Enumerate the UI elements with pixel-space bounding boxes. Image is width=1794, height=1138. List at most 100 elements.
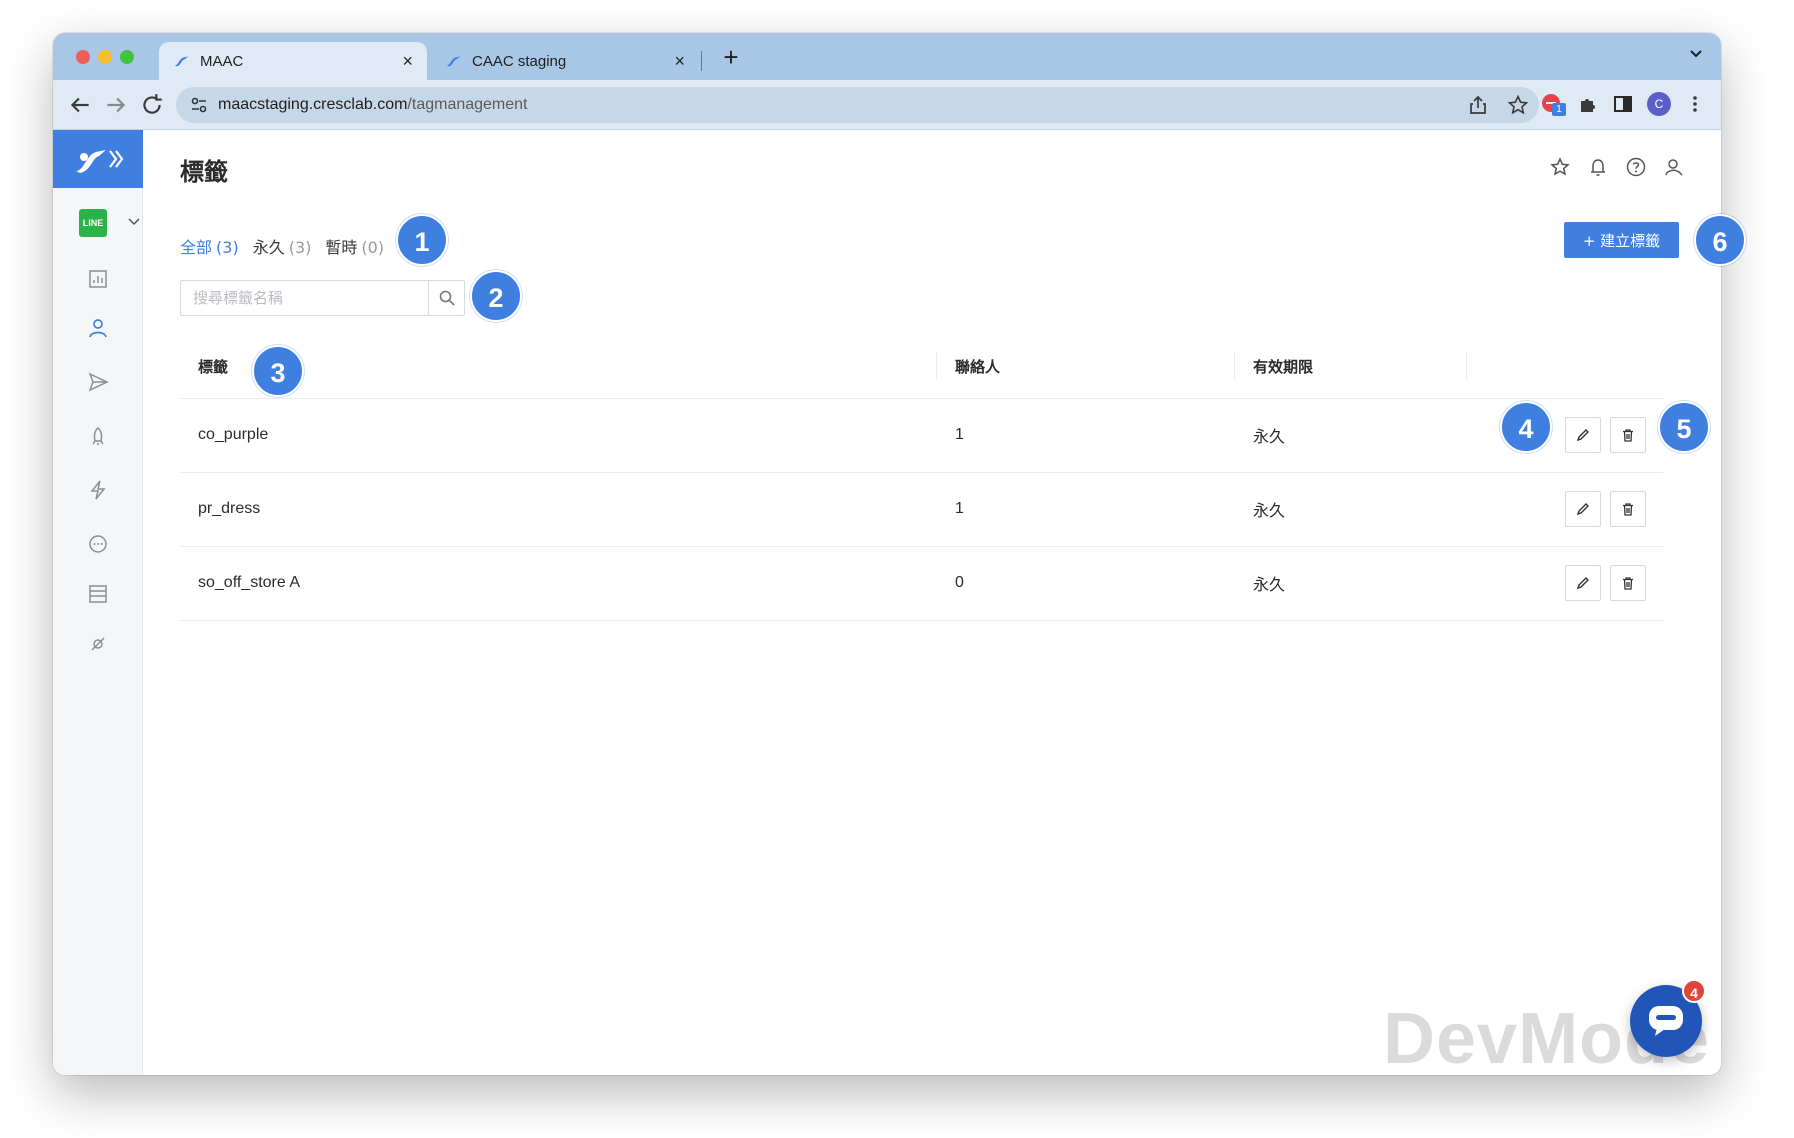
site-settings-icon[interactable]	[190, 96, 208, 114]
column-header-contacts[interactable]: 聯絡人	[937, 336, 1235, 399]
callout-5: 5	[1658, 401, 1710, 453]
bookmark-star-icon[interactable]	[1507, 94, 1529, 116]
cell-expiry: 永久	[1235, 546, 1467, 621]
callout-1: 1	[396, 214, 448, 266]
page-title: 標籤	[180, 158, 228, 186]
url-text: maacstaging.cresclab.com/tagmanagement	[218, 96, 528, 114]
bell-icon[interactable]	[1587, 156, 1609, 178]
callout-4: 4	[1500, 401, 1552, 453]
maximize-window-button[interactable]	[120, 50, 134, 64]
tab-title: CAAC staging	[472, 52, 567, 70]
cell-contacts: 1	[937, 472, 1235, 547]
cell-contacts: 0	[937, 546, 1235, 621]
tab-search-chevron-icon[interactable]	[1689, 47, 1703, 61]
extension-badge: 1	[1552, 103, 1566, 116]
table-row: co_purple 1 永久	[180, 398, 1663, 473]
contacts-icon[interactable]	[87, 317, 109, 339]
side-panel-icon[interactable]	[1612, 93, 1634, 115]
cell-expiry: 永久	[1235, 472, 1467, 547]
profile-avatar[interactable]: C	[1647, 92, 1671, 116]
column-header-label: 聯絡人	[955, 358, 1001, 377]
star-icon[interactable]	[1549, 156, 1571, 178]
tab-close-icon[interactable]: ×	[402, 51, 413, 72]
browser-window: MAAC × CAAC staging × + maacstaging.cres…	[53, 33, 1721, 1075]
column-header-actions	[1467, 336, 1663, 399]
search-icon	[439, 290, 455, 306]
filter-permanent[interactable]: 永久 (3)	[253, 234, 312, 258]
column-header-expiry[interactable]: 有效期限	[1235, 336, 1467, 399]
delete-button[interactable]	[1610, 417, 1646, 453]
new-tab-button[interactable]: +	[716, 42, 746, 72]
cell-tag: pr_dress	[180, 472, 937, 547]
filter-count: (3)	[216, 238, 239, 257]
integration-icon[interactable]	[87, 633, 109, 655]
back-arrow-icon[interactable]	[67, 92, 93, 118]
app-area: LINE 標籤 全部 (3) 永久 (3) 暫時 (0) + 建立標籤 搜尋標籤…	[53, 130, 1721, 1075]
tag-search	[180, 280, 465, 316]
pencil-icon	[1576, 429, 1589, 442]
address-bar[interactable]: maacstaging.cresclab.com/tagmanagement	[176, 87, 1539, 123]
edit-button[interactable]	[1565, 417, 1601, 453]
account-icon[interactable]	[1663, 156, 1685, 178]
trash-icon	[1623, 503, 1633, 516]
create-tag-button[interactable]: + 建立標籤	[1564, 222, 1679, 258]
filter-count: (0)	[361, 238, 385, 257]
url-path: /tagmanagement	[407, 96, 528, 113]
cell-tag: so_off_store A	[180, 546, 937, 621]
store-icon[interactable]	[87, 583, 109, 605]
minimize-window-button[interactable]	[98, 50, 112, 64]
cell-tag: co_purple	[180, 398, 937, 473]
tab-caac-staging[interactable]: CAAC staging ×	[431, 42, 699, 80]
extensions-area: 1 C	[1540, 92, 1706, 116]
auto-reply-icon[interactable]	[87, 425, 109, 447]
pencil-icon	[1576, 577, 1589, 590]
line-channel-badge[interactable]: LINE	[79, 209, 107, 237]
sidebar: LINE	[53, 130, 143, 1075]
automation-icon[interactable]	[87, 479, 109, 501]
chevron-down-icon[interactable]	[127, 214, 141, 228]
help-icon[interactable]	[1625, 156, 1647, 178]
trash-icon	[1623, 577, 1633, 590]
menu-dots-icon[interactable]	[1684, 93, 1706, 115]
tag-filter-tabs: 全部 (3) 永久 (3) 暫時 (0)	[180, 234, 384, 258]
forward-arrow-icon[interactable]	[103, 92, 129, 118]
cell-contacts: 1	[937, 398, 1235, 473]
column-header-label: 標籤	[198, 358, 229, 377]
maac-logo-icon	[76, 150, 124, 173]
tab-maac[interactable]: MAAC ×	[159, 42, 427, 80]
pencil-icon	[1576, 503, 1589, 516]
chat-icon[interactable]	[87, 533, 109, 555]
app-logo[interactable]	[53, 130, 143, 188]
search-input[interactable]	[181, 281, 428, 315]
main-content: 標籤 全部 (3) 永久 (3) 暫時 (0) + 建立標籤 搜尋標籤名稱 標籤…	[143, 130, 1721, 1075]
filter-label: 全部	[180, 238, 213, 257]
browser-toolbar: maacstaging.cresclab.com/tagmanagement 1…	[53, 80, 1721, 130]
url-host: maacstaging.cresclab.com	[218, 96, 408, 113]
callout-2: 2	[470, 270, 522, 322]
edit-button[interactable]	[1565, 491, 1601, 527]
table-row: pr_dress 1 永久	[180, 472, 1663, 547]
reload-icon[interactable]	[139, 92, 165, 118]
cell-actions	[1467, 546, 1663, 621]
tab-title: MAAC	[200, 52, 244, 70]
search-button[interactable]	[428, 281, 464, 315]
broadcast-icon[interactable]	[87, 371, 109, 393]
delete-button[interactable]	[1610, 491, 1646, 527]
tab-strip: MAAC × CAAC staging × +	[53, 33, 1721, 80]
extension-icon[interactable]: 1	[1540, 92, 1566, 116]
insights-icon[interactable]	[87, 268, 109, 290]
filter-all[interactable]: 全部 (3)	[180, 234, 239, 258]
tab-separator	[701, 51, 702, 71]
puzzle-icon[interactable]	[1577, 93, 1599, 115]
cell-actions	[1467, 472, 1663, 547]
share-icon[interactable]	[1467, 94, 1489, 116]
caac-favicon-icon	[446, 56, 461, 67]
close-window-button[interactable]	[76, 50, 90, 64]
filter-count: (3)	[288, 238, 312, 257]
filter-temporary[interactable]: 暫時 (0)	[325, 234, 384, 258]
delete-button[interactable]	[1610, 565, 1646, 601]
table-row: so_off_store A 0 永久	[180, 546, 1663, 621]
tab-close-icon[interactable]: ×	[674, 51, 685, 72]
trash-icon	[1623, 429, 1633, 442]
edit-button[interactable]	[1565, 565, 1601, 601]
